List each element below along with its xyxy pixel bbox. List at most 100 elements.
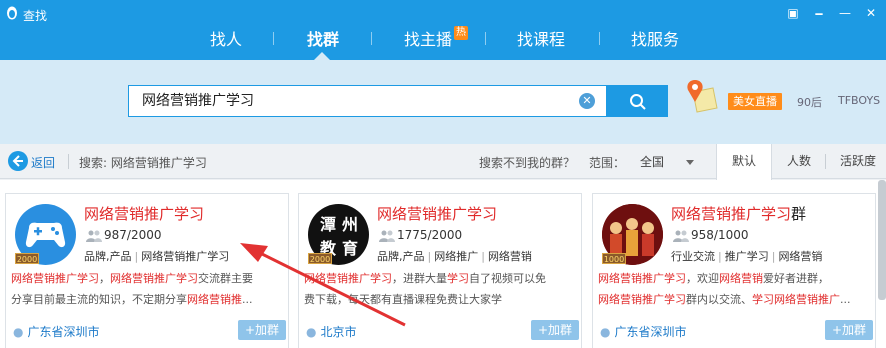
desc-text: 自了视频可以免 [469,272,546,285]
group-card[interactable]: 潭 州 教 育 2000 网络营销推广学习 1775/2000 品牌,产品 | 网络… [298,193,582,348]
level-badge: 1000 [602,253,626,264]
arrow-left-icon [12,155,23,167]
desc-highlight: 网络营销推广学习 [598,272,686,285]
range-label: 范围： [589,156,626,170]
window-controls: ▣ 🗕 — ✕ [782,4,882,22]
tag[interactable]: 行业交流 [671,250,715,263]
divider [68,154,69,169]
hot-tag-live[interactable]: 美女直播 [728,93,782,110]
results-area: 2000 网络营销推广学习 987/2000 品牌,产品 | 网络营销推广学习 网络… [0,180,886,348]
group-title[interactable]: 网络营销推广学习群 [671,203,806,224]
group-tags: 品牌,产品 | 网络推广 | 网络营销 [377,248,532,264]
not-found-link[interactable]: 搜索不到我的群？ [479,154,575,171]
location-pin-icon: ● [600,325,611,339]
search-breadcrumb: 搜索: 网络营销推广学习 [79,156,207,170]
tag[interactable]: 品牌,产品 [84,250,132,263]
tag-separator: | [427,250,432,263]
skin-icon[interactable]: 🗕 [808,4,830,22]
results-scrollbar[interactable] [878,180,886,300]
location-text: 北京市 [320,325,357,339]
close-icon[interactable]: ✕ [860,4,882,22]
svg-text:潭: 潭 [320,215,336,234]
desc-text: ... [840,293,851,306]
tab-find-courses[interactable]: 找课程 [517,26,565,50]
tag-separator: | [718,250,722,263]
tab-label: 找服务 [631,30,680,49]
group-description: 网络营销推广学习，网络营销推广学习交流群主要 分享目前最主流的知识，不定期分享网… [11,268,283,310]
group-location: ● 北京市 [306,323,357,340]
group-location: ● 广东省深圳市 [600,323,687,340]
tab-find-services[interactable]: 找服务 [631,26,679,50]
search-input[interactable]: 网络营销推广学习 [128,85,607,117]
tab-find-streamers[interactable]: 找主播热 [404,26,469,50]
desc-highlight: 学习网络营销推广 [752,293,840,306]
location-text: 广东省深圳市 [614,325,687,339]
tag[interactable]: 网络营销 [488,250,532,263]
group-card[interactable]: 2000 网络营销推广学习 987/2000 品牌,产品 | 网络营销推广学习 网络… [5,193,289,348]
title-text: 网络营销推广学习 [84,205,205,223]
title-text: 网络营销推广学习 [377,205,498,223]
nav-divider [371,32,372,45]
desc-line: 网络营销推广学习群内以交流、学习网络营销推广... [598,289,870,310]
group-title[interactable]: 网络营销推广学习 [377,203,497,224]
members-icon [86,230,102,242]
group-location: ● 广东省深圳市 [13,323,100,340]
tag[interactable]: 网络营销 [778,250,822,263]
search-button[interactable] [607,85,668,117]
level-badge: 2000 [15,253,39,264]
hot-badge: 热 [454,26,469,40]
main-nav: 找人 找群 找主播热 找课程 找服务 [0,24,886,52]
tab-label: 找主播 [404,30,453,49]
group-tags: 行业交流 | 推广学习 | 网络营销 [671,248,822,264]
group-card[interactable]: 1000 网络营销推广学习群 958/1000 行业交流 | 推广学习 | 网络营销 网… [592,193,876,348]
tab-find-people[interactable]: 找人 [210,26,242,50]
desc-text: 交流群主要 [198,272,253,285]
tag[interactable]: 推广学习 [725,250,769,263]
desc-text: ， [99,272,110,285]
member-count: 987/2000 [104,228,162,242]
active-tab-pointer [314,52,330,60]
desc-text: 分享目前最主流的知识，不定期分享 [11,293,187,306]
location-pin-icon: ● [306,325,317,339]
search-area: 网络营销推广学习 ✕ 美女直播 90后 TFBOYS [0,60,886,144]
hot-tag-90s[interactable]: 90后 [797,94,822,110]
tag[interactable]: 品牌,产品 [377,250,425,263]
filter-bar: 返回 搜索: 网络营销推广学习 搜索不到我的群？ 范围： 全国 默认 人数 活跃… [0,144,886,180]
sort-tab-default[interactable]: 默认 [716,144,772,180]
feedback-icon[interactable]: ▣ [782,4,804,22]
members-icon [673,230,689,242]
group-description: 网络营销推广学习，进群大量学习自了视频可以免 费下载，每天都有直播课程免费让大家… [304,268,576,310]
join-group-button[interactable]: +加群 [531,320,579,340]
top-bar: 查找 ▣ 🗕 — ✕ 找人 找群 找主播热 找课程 找服务 [0,0,886,60]
group-title[interactable]: 网络营销推广学习 [84,203,204,224]
map-location-icon[interactable] [683,78,719,114]
desc-line: 网络营销推广学习，网络营销推广学习交流群主要 [11,268,283,289]
back-link[interactable]: 返回 [31,154,55,171]
member-count: 1775/2000 [397,228,463,242]
sort-tab-members[interactable]: 人数 [774,144,824,179]
minimize-icon[interactable]: — [834,4,856,22]
desc-text: ，进群大量 [392,272,447,285]
desc-line: 费下载，每天都有直播课程免费让大家学 [304,289,576,310]
clear-search-icon[interactable]: ✕ [579,93,595,109]
qq-penguin-icon [7,6,17,20]
tab-find-groups[interactable]: 找群 [307,26,339,50]
desc-text: 爱好者进群， [763,272,829,285]
chevron-down-icon[interactable] [686,160,694,165]
nav-divider [599,32,600,45]
divider [825,154,826,169]
back-arrow-icon[interactable] [8,151,28,171]
hot-tag-tfboys[interactable]: TFBOYS [838,94,880,107]
desc-text: 费下载，每天都有直播课程免费让大家学 [304,293,502,306]
join-group-button[interactable]: +加群 [238,320,286,340]
nav-divider [485,32,486,45]
tab-label: 找群 [307,30,340,49]
join-group-button[interactable]: +加群 [825,320,873,340]
tab-label: 找人 [210,30,243,49]
tag[interactable]: 网络推广 [434,250,478,263]
desc-text: ，欢迎 [686,272,719,285]
desc-text: ... [242,293,253,306]
desc-highlight: 网络营销推 [187,293,242,306]
sort-tab-activity[interactable]: 活跃度 [830,144,886,179]
tag[interactable]: 网络营销推广学习 [141,250,229,263]
